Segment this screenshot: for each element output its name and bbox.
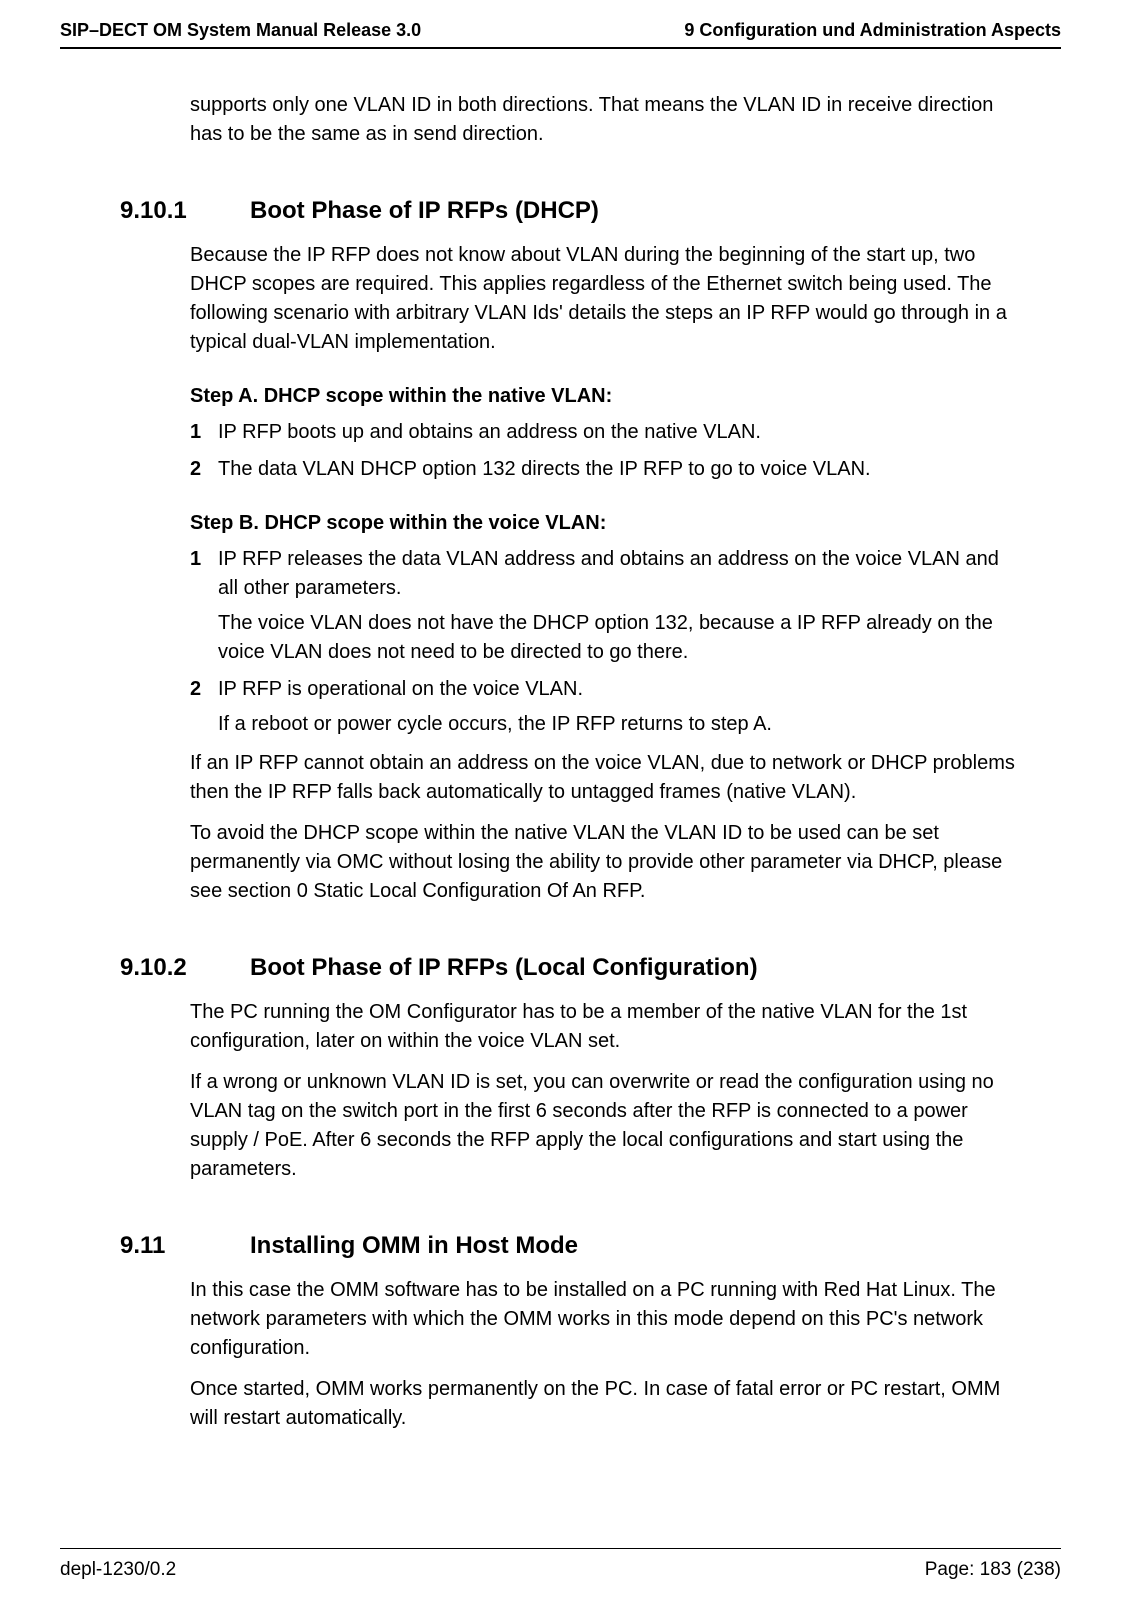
list-item-text: IP RFP releases the data VLAN address an…: [218, 545, 1021, 603]
step-b-list: 1 IP RFP releases the data VLAN address …: [190, 545, 1021, 739]
list-item: 1IP RFP boots up and obtains an address …: [190, 418, 1021, 447]
list-item: 2 IP RFP is operational on the voice VLA…: [190, 675, 1021, 739]
section-title: Boot Phase of IP RFPs (DHCP): [250, 197, 599, 225]
list-item-text: IP RFP boots up and obtains an address o…: [218, 418, 1021, 447]
section-title: Installing OMM in Host Mode: [250, 1232, 578, 1260]
section-9-10-2-body-2: If a wrong or unknown VLAN ID is set, yo…: [190, 1068, 1021, 1184]
header-rule: [60, 47, 1061, 49]
section-9-10-1-heading: 9.10.1 Boot Phase of IP RFPs (DHCP): [120, 197, 1021, 225]
section-title: Boot Phase of IP RFPs (Local Configurati…: [250, 954, 758, 982]
list-item-subtext: The voice VLAN does not have the DHCP op…: [218, 609, 1021, 667]
step-b-heading: Step B. DHCP scope within the voice VLAN…: [190, 512, 1021, 535]
section-9-11-body-2: Once started, OMM works permanently on t…: [190, 1375, 1021, 1433]
step-a-list: 1IP RFP boots up and obtains an address …: [190, 418, 1021, 484]
footer-right: Page: 183 (238): [925, 1559, 1061, 1581]
header-right: 9 Configuration und Administration Aspec…: [684, 20, 1061, 41]
list-item-text: The data VLAN DHCP option 132 directs th…: [218, 455, 1021, 484]
section-number: 9.11: [120, 1232, 250, 1260]
section-9-11-body-1: In this case the OMM software has to be …: [190, 1276, 1021, 1363]
footer-left: depl-1230/0.2: [60, 1559, 176, 1581]
header-left: SIP–DECT OM System Manual Release 3.0: [60, 20, 421, 41]
section-number: 9.10.1: [120, 197, 250, 225]
page-header: SIP–DECT OM System Manual Release 3.0 9 …: [60, 0, 1061, 47]
section-9-10-2-heading: 9.10.2 Boot Phase of IP RFPs (Local Conf…: [120, 954, 1021, 982]
section-9-10-1-tail-1: If an IP RFP cannot obtain an address on…: [190, 749, 1021, 807]
section-9-10-1-body: Because the IP RFP does not know about V…: [190, 241, 1021, 357]
intro-paragraph: supports only one VLAN ID in both direct…: [190, 91, 1021, 149]
footer-rule: [60, 1548, 1061, 1549]
page-footer: depl-1230/0.2 Page: 183 (238): [60, 1548, 1061, 1581]
section-9-11-heading: 9.11 Installing OMM in Host Mode: [120, 1232, 1021, 1260]
section-9-10-2-body-1: The PC running the OM Configurator has t…: [190, 998, 1021, 1056]
section-9-10-1-tail-2: To avoid the DHCP scope within the nativ…: [190, 819, 1021, 906]
list-item-subtext: If a reboot or power cycle occurs, the I…: [218, 710, 1021, 739]
section-number: 9.10.2: [120, 954, 250, 982]
list-item: 1 IP RFP releases the data VLAN address …: [190, 545, 1021, 667]
step-a-heading: Step A. DHCP scope within the native VLA…: [190, 385, 1021, 408]
list-item-text: IP RFP is operational on the voice VLAN.: [218, 675, 1021, 704]
list-item: 2The data VLAN DHCP option 132 directs t…: [190, 455, 1021, 484]
